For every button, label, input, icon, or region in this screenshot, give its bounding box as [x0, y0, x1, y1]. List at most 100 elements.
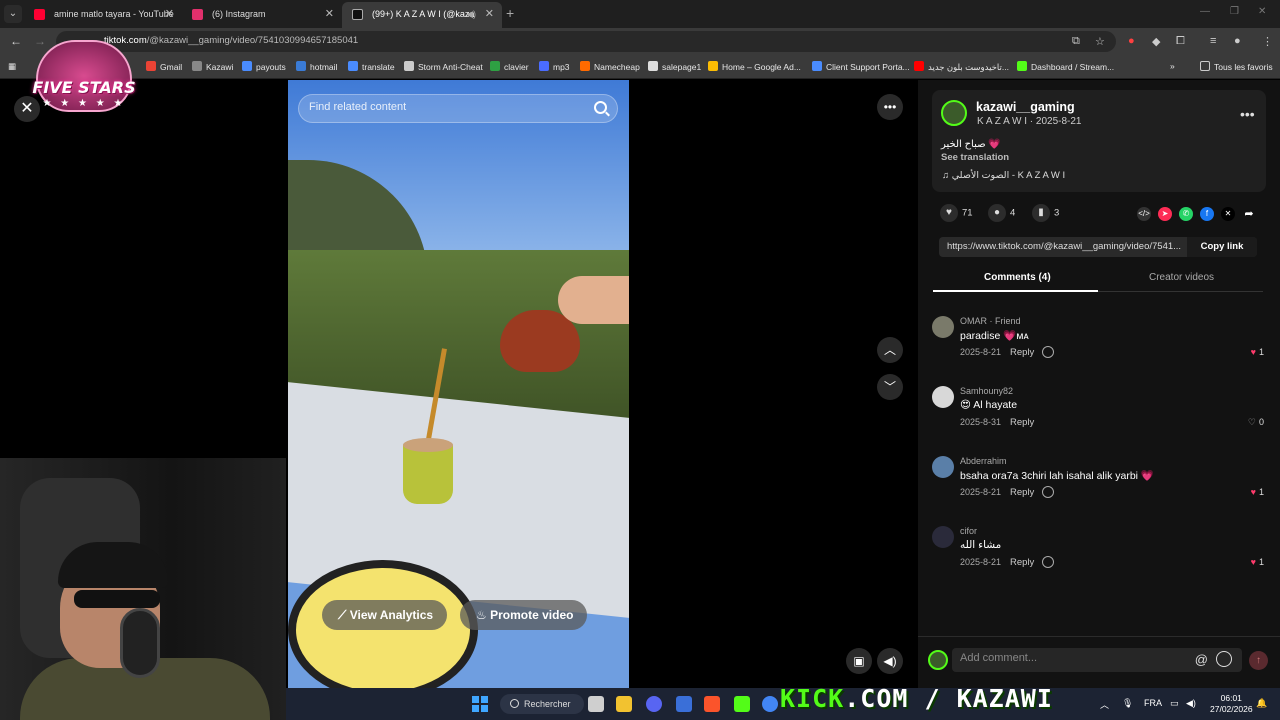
see-translation-link[interactable]: See translation: [941, 152, 1009, 163]
network-icon[interactable]: ▭: [1170, 698, 1179, 709]
comment-avatar[interactable]: [932, 316, 954, 338]
comment-author[interactable]: OMAR · Friend: [960, 316, 1021, 326]
reply-button[interactable]: Reply: [1010, 347, 1034, 358]
address-bar[interactable]: tiktok.com/@kazawi__gaming/video/7541030…: [56, 31, 1116, 52]
x-icon[interactable]: ✕: [1221, 207, 1235, 221]
tab-comments[interactable]: Comments (4): [984, 272, 1051, 283]
like-button[interactable]: ♥ 71: [940, 204, 973, 222]
comment-avatar[interactable]: [932, 526, 954, 548]
comment-button[interactable]: ● 4: [988, 204, 1015, 222]
discord-icon[interactable]: [646, 696, 662, 712]
tab-audio-icon[interactable]: ◀): [466, 2, 476, 26]
speaker-icon[interactable]: ◀): [1186, 698, 1196, 709]
copy-link-button[interactable]: Copy link: [1187, 237, 1257, 257]
reply-video-icon[interactable]: [1042, 346, 1054, 358]
extensions-puzzle-icon[interactable]: ⧠: [1176, 35, 1185, 48]
reply-button[interactable]: Reply: [1010, 417, 1034, 428]
file-explorer-icon[interactable]: [616, 696, 632, 712]
save-button[interactable]: ▮ 3: [1032, 204, 1059, 222]
share-link-text[interactable]: https://www.tiktok.com/@kazawi__gaming/v…: [947, 241, 1187, 252]
author-username[interactable]: kazawi__gaming: [976, 100, 1075, 114]
kick-app-icon[interactable]: [734, 696, 750, 712]
notification-icon[interactable]: 🔔: [1256, 698, 1267, 709]
next-video-button[interactable]: ﹀: [877, 374, 903, 400]
language-indicator[interactable]: FRA: [1144, 698, 1162, 708]
windows-start-icon[interactable]: [472, 696, 488, 712]
tray-chevron-icon[interactable]: ︿: [1100, 698, 1109, 711]
find-related-input[interactable]: [309, 101, 569, 113]
new-tab-button[interactable]: +: [506, 5, 514, 21]
bookmark-google-ads[interactable]: Home – Google Ad...: [708, 61, 801, 72]
tab-close-icon[interactable]: ✕: [485, 2, 494, 26]
comment-author[interactable]: cifor: [960, 526, 977, 536]
emoji-icon[interactable]: [1216, 651, 1232, 667]
author-more-icon[interactable]: •••: [1240, 106, 1255, 122]
comment-avatar[interactable]: [932, 456, 954, 478]
minimize-icon[interactable]: —: [1200, 6, 1210, 17]
bookmark-namecheap[interactable]: Namecheap: [580, 61, 640, 72]
send-icon[interactable]: ➤: [1158, 207, 1172, 221]
window-close-icon[interactable]: ✕: [1258, 6, 1266, 17]
video-player[interactable]: [288, 80, 629, 688]
bookmark-clavier[interactable]: clavier: [490, 61, 529, 72]
bookmark-gmail[interactable]: Gmail: [146, 61, 182, 72]
promote-video-button[interactable]: ♨ Promote video: [460, 600, 588, 630]
comment-input[interactable]: [960, 652, 1180, 664]
bookmark-translate[interactable]: translate: [348, 61, 395, 72]
bookmark-salepage[interactable]: salepage1: [648, 61, 701, 72]
maximize-icon[interactable]: ❐: [1230, 6, 1239, 17]
extension-icon[interactable]: ●: [1128, 35, 1135, 47]
comment-like-button[interactable]: ♥ 1: [1251, 347, 1264, 357]
comment-like-button[interactable]: ♡ 0: [1248, 417, 1264, 428]
taskbar-search[interactable]: Rechercher: [500, 694, 584, 714]
facebook-icon[interactable]: f: [1200, 207, 1214, 221]
task-view-icon[interactable]: [588, 696, 604, 712]
tab-close-icon[interactable]: ✕: [325, 2, 334, 26]
microphone-icon[interactable]: 🎙: [1122, 698, 1133, 709]
tab-instagram[interactable]: (6) Instagram ✕: [182, 2, 342, 28]
apps-grid-icon[interactable]: ▦: [8, 61, 16, 72]
tab-search-button[interactable]: ⌄: [4, 5, 22, 23]
tab-creator-videos[interactable]: Creator videos: [1149, 272, 1214, 283]
reply-video-icon[interactable]: [1042, 556, 1054, 568]
bookmark-hotmail[interactable]: hotmail: [296, 61, 337, 72]
profile-icon[interactable]: ●: [1234, 35, 1241, 47]
chrome-menu-icon[interactable]: ⋮: [1262, 35, 1273, 48]
app-icon[interactable]: [676, 696, 692, 712]
bookmark-dashboard[interactable]: Dashboard / Stream...: [1017, 61, 1114, 72]
tab-tiktok[interactable]: (99+) K A Z A W I (@kaza ◀) ✕: [342, 2, 502, 28]
reading-list-icon[interactable]: ≡: [1210, 35, 1216, 47]
all-bookmarks[interactable]: Tous les favoris: [1200, 61, 1273, 72]
bookmark-payouts[interactable]: payouts: [242, 61, 286, 72]
tab-youtube[interactable]: amine matlo tayara - YouTube ✕: [24, 2, 182, 28]
whatsapp-icon[interactable]: ✆: [1179, 207, 1193, 221]
reply-video-icon[interactable]: [1042, 486, 1054, 498]
video-more-icon[interactable]: •••: [877, 94, 903, 120]
mention-icon[interactable]: @: [1195, 652, 1208, 667]
chrome-icon[interactable]: [762, 696, 778, 712]
bookmark-storm[interactable]: Storm Anti-Cheat: [404, 61, 483, 72]
music-link[interactable]: ♫ الصوت الأصلي - K A Z A W I: [942, 170, 1065, 181]
embed-icon[interactable]: </>: [1137, 207, 1151, 221]
comment-like-button[interactable]: ♥ 1: [1251, 557, 1264, 567]
picture-in-picture-icon[interactable]: ▣: [846, 648, 872, 674]
comment-avatar[interactable]: [932, 386, 954, 408]
search-icon[interactable]: [594, 101, 607, 114]
bookmark-kazawi[interactable]: Kazawi: [192, 61, 233, 72]
previous-video-button[interactable]: ︿: [877, 337, 903, 363]
bookmark-youtube-arabic[interactable]: تاخيدوست بلون جديد...: [914, 61, 1009, 73]
comment-author[interactable]: Samhouny82: [960, 386, 1013, 396]
reply-button[interactable]: Reply: [1010, 487, 1034, 498]
bookmarks-overflow-icon[interactable]: »: [1170, 61, 1175, 71]
install-app-icon[interactable]: ⧉: [1072, 35, 1080, 48]
comment-like-button[interactable]: ♥ 1: [1251, 487, 1264, 497]
extension-icon[interactable]: ◆: [1152, 35, 1160, 48]
reply-button[interactable]: Reply: [1010, 557, 1034, 568]
brave-icon[interactable]: [704, 696, 720, 712]
bookmark-star-icon[interactable]: ☆: [1095, 35, 1105, 48]
system-clock[interactable]: 06:01 27/02/2026: [1210, 693, 1253, 715]
share-icon[interactable]: ➦: [1242, 207, 1256, 221]
back-icon[interactable]: ←: [10, 34, 22, 48]
tab-close-icon[interactable]: ✕: [165, 2, 174, 26]
bookmark-client-support[interactable]: Client Support Porta...: [812, 61, 910, 72]
